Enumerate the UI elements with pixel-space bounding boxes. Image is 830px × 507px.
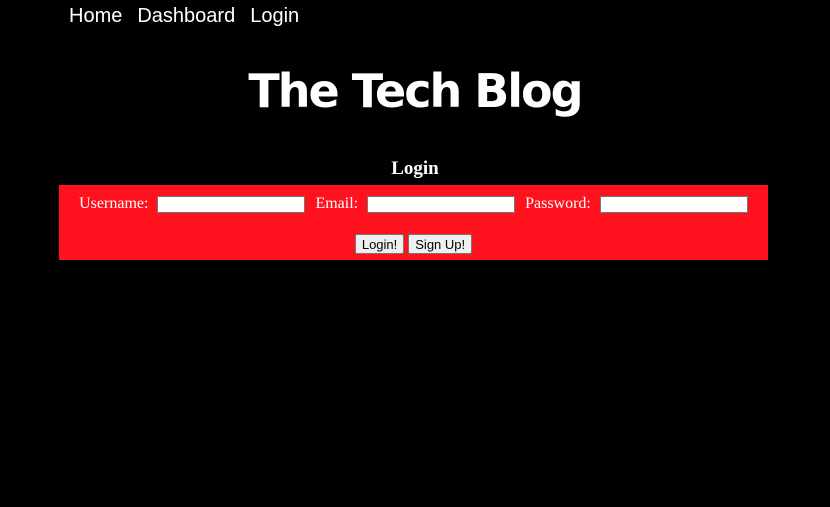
username-input[interactable] [157, 195, 306, 213]
site-title: The Tech Blog [248, 64, 583, 118]
nav-login-link[interactable]: Login [250, 4, 299, 28]
login-buttons-row: Login! Sign Up! [59, 234, 768, 254]
nav-home-link[interactable]: Home [69, 4, 122, 28]
login-fields-row: Username: Email: Password: [59, 195, 768, 213]
password-label: Password: [525, 195, 591, 212]
username-label: Username: [79, 195, 149, 212]
login-button[interactable]: Login! [354, 234, 405, 254]
sign-up-button[interactable]: Sign Up! [408, 234, 473, 254]
email-input[interactable] [367, 195, 516, 213]
nav-dashboard-link[interactable]: Dashboard [137, 4, 235, 28]
login-form: Username: Email: Password: Login! Sign U… [59, 185, 768, 260]
login-heading: Login [391, 158, 439, 179]
email-label: Email: [315, 195, 359, 212]
main-nav: Home Dashboard Login [69, 4, 299, 28]
password-input[interactable] [599, 195, 748, 213]
